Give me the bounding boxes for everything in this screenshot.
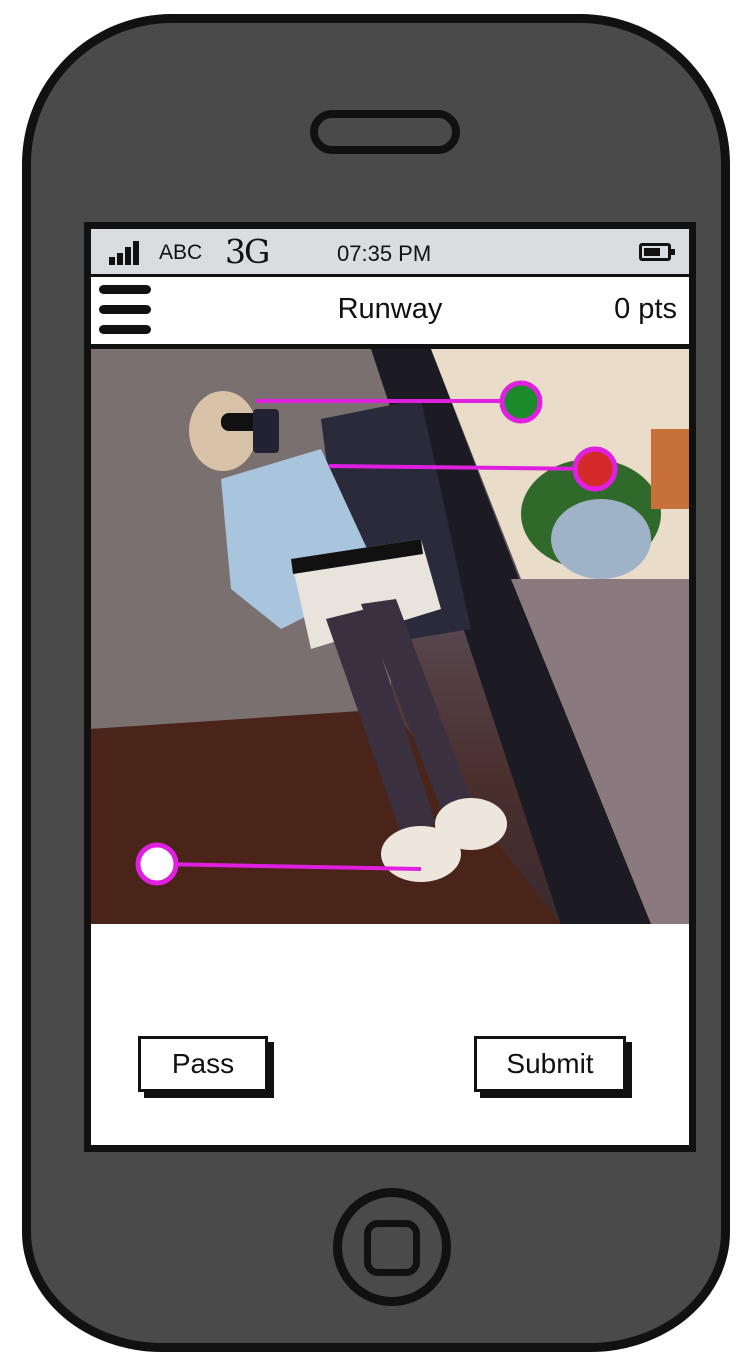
points-counter: 0 pts bbox=[614, 293, 677, 325]
status-bar: ABC 3G 07:35 PM bbox=[91, 229, 689, 277]
network-type: 3G bbox=[225, 232, 270, 271]
action-area: Pass Submit bbox=[91, 924, 689, 1145]
battery-icon bbox=[639, 243, 675, 261]
outfit-photo[interactable] bbox=[91, 349, 689, 924]
pass-button[interactable]: Pass bbox=[138, 1036, 268, 1092]
app-title: Runway bbox=[337, 293, 443, 325]
photo-illustration bbox=[91, 349, 689, 924]
carrier-name: ABC bbox=[159, 241, 203, 264]
home-icon bbox=[364, 1220, 420, 1276]
submit-button[interactable]: Submit bbox=[474, 1036, 626, 1092]
speaker-slot bbox=[310, 110, 460, 154]
status-time: 07:35 PM bbox=[337, 241, 432, 266]
signal-bars-icon bbox=[109, 241, 149, 265]
title-bar: Runway 0 pts bbox=[91, 277, 689, 349]
phone-screen: ABC 3G 07:35 PM Runway 0 pts Pass Submit bbox=[84, 222, 696, 1152]
